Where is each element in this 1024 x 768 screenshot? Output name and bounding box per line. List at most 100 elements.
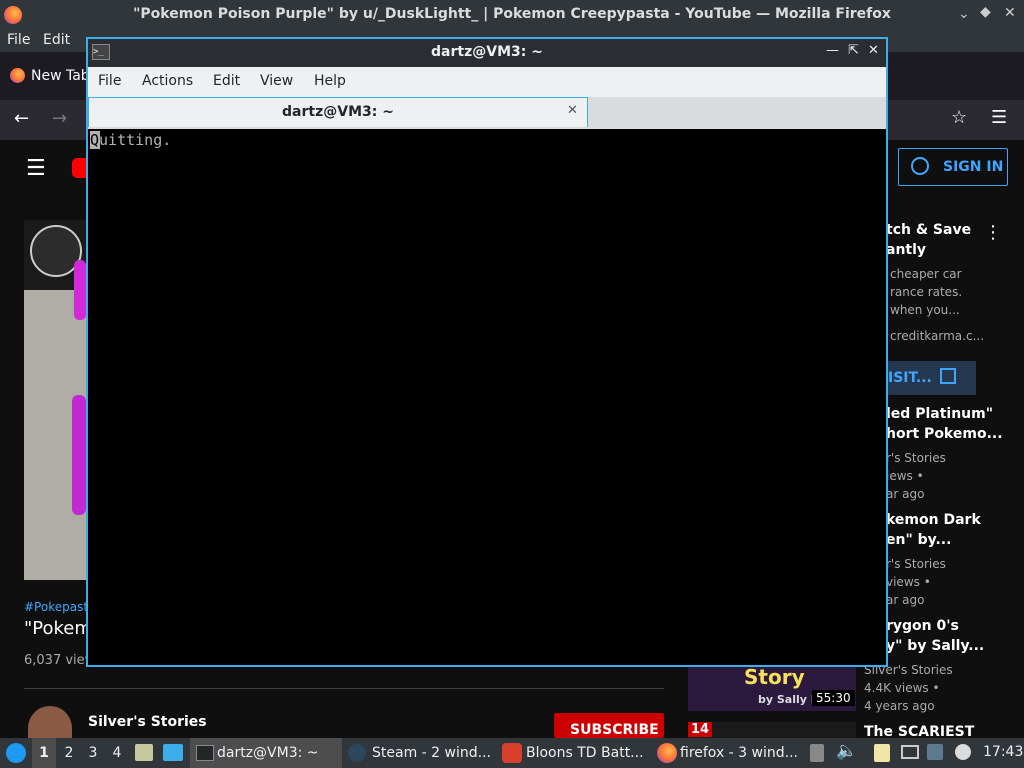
- external-link-icon: [940, 368, 956, 384]
- display-icon[interactable]: [901, 745, 919, 759]
- volume-icon[interactable]: 🔈: [836, 741, 857, 761]
- workspace-4-label: 4: [112, 745, 122, 761]
- menu-edit[interactable]: Edit: [43, 32, 70, 48]
- task-firefox[interactable]: firefox - 3 wind...: [655, 738, 805, 768]
- terminal-tab-title: dartz@VM3: ~: [282, 104, 394, 120]
- terminal-tab-close-icon[interactable]: ✕: [567, 103, 578, 118]
- tab-new-tab[interactable]: New Tab: [31, 68, 90, 84]
- terminal-menu-help[interactable]: Help: [314, 73, 346, 89]
- firefox-tab-icon: [10, 68, 25, 83]
- rec-3-thumbnail[interactable]: Story by Sally D 55:30: [688, 667, 856, 711]
- steam-icon: [348, 744, 366, 762]
- pink-character-shape: [74, 260, 86, 320]
- channel-avatar[interactable]: [28, 706, 72, 738]
- account-icon: [911, 157, 929, 175]
- task-bloons[interactable]: Bloons TD Batt...: [500, 738, 650, 768]
- terminal-maximize-icon[interactable]: ⇱: [848, 43, 859, 58]
- ad-desc-line2: rance rates.: [890, 285, 963, 299]
- minimize-icon[interactable]: ⌄: [958, 6, 974, 22]
- app-menu-icon[interactable]: ☰: [991, 107, 1007, 128]
- ad-url: creditkarma.c...: [890, 329, 985, 343]
- firefox-window-title: "Pokemon Poison Purple" by u/_DuskLightt…: [133, 6, 891, 22]
- terminal-tab[interactable]: dartz@VM3: ~ ✕: [88, 97, 588, 127]
- forward-icon[interactable]: →: [52, 108, 67, 129]
- maximize-icon[interactable]: ◆: [980, 4, 996, 20]
- rec-3-title-line1[interactable]: rygon 0's: [886, 618, 959, 634]
- back-icon[interactable]: ←: [14, 108, 29, 129]
- network-icon[interactable]: [927, 744, 943, 760]
- workspace-2[interactable]: 2: [60, 738, 78, 768]
- ad-title-line1[interactable]: tch & Save: [886, 222, 971, 238]
- rec-2-title-line1[interactable]: kemon Dark: [886, 512, 981, 528]
- hamburger-menu-icon[interactable]: ☰: [26, 156, 46, 181]
- channel-name[interactable]: Silver's Stories: [88, 714, 207, 730]
- rec-2-views: views •: [886, 575, 931, 589]
- rec-1-channel: r's Stories: [886, 451, 946, 465]
- rec-1-views: iews •: [886, 469, 924, 483]
- rec-3-thumbnail-subtext: by Sally D: [758, 693, 820, 706]
- pink-character-shape: [72, 395, 86, 515]
- rec-4-thumbnail[interactable]: 14: [688, 722, 856, 738]
- video-title: "Pokem: [24, 618, 92, 639]
- video-player[interactable]: [24, 220, 86, 580]
- rec-3-title-line2[interactable]: y" by Sally...: [886, 638, 984, 654]
- task-bloons-label: Bloons TD Batt...: [526, 745, 644, 761]
- terminal-menu-edit[interactable]: Edit: [213, 73, 240, 89]
- task-terminal-label: dartz@VM3: ~: [217, 745, 319, 761]
- workspace-1[interactable]: 1: [32, 738, 56, 768]
- workspace-3-label: 3: [88, 745, 98, 761]
- rec-1-title-line2[interactable]: hort Pokemo...: [886, 426, 1003, 442]
- terminal-icon: [196, 745, 214, 761]
- steam-tray-icon[interactable]: [955, 744, 971, 760]
- clock[interactable]: 17:43: [983, 744, 1023, 760]
- rec-2-age: ar ago: [886, 593, 925, 607]
- taskbar: 1 2 3 4 dartz@VM3: ~ Steam - 2 wind... B…: [0, 738, 1024, 768]
- subscribe-button[interactable]: SUBSCRIBE: [554, 713, 664, 738]
- task-terminal[interactable]: dartz@VM3: ~: [190, 738, 342, 768]
- show-desktop-icon[interactable]: [163, 744, 183, 761]
- rec-3-views: 4.4K views •: [864, 681, 940, 695]
- task-firefox-label: firefox - 3 wind...: [680, 745, 798, 761]
- terminal-menu-file[interactable]: File: [98, 73, 121, 89]
- sign-in-label: SIGN IN: [943, 159, 1004, 175]
- clipboard-icon[interactable]: [810, 744, 824, 762]
- bloons-icon: [502, 743, 522, 763]
- app-launcher-icon[interactable]: [6, 743, 26, 763]
- rec-2-title-line2[interactable]: en" by...: [886, 532, 951, 548]
- ad-visit-label: ISIT...: [888, 370, 932, 386]
- terminal-output[interactable]: Quitting.: [88, 129, 886, 665]
- ad-desc-line1: cheaper car: [890, 267, 962, 281]
- ad-desc-line3: when you...: [890, 303, 960, 317]
- terminal-output-text: Quitting.: [90, 131, 172, 149]
- file-manager-icon[interactable]: [135, 744, 153, 761]
- close-icon[interactable]: ✕: [1004, 5, 1020, 21]
- menu-file[interactable]: File: [7, 32, 30, 48]
- ad-title-line2[interactable]: antly: [886, 242, 926, 258]
- terminal-menu-view[interactable]: View: [260, 73, 293, 89]
- divider: [24, 688, 664, 689]
- workspace-4[interactable]: 4: [108, 738, 126, 768]
- terminal-titlebar[interactable]: >_ dartz@VM3: ~ — ⇱ ✕: [88, 39, 886, 67]
- rec-1-title-line1[interactable]: led Platinum": [886, 406, 993, 422]
- rec-4-thumbnail-badge: 14: [688, 722, 713, 737]
- video-view-count: 6,037 view: [24, 653, 96, 668]
- notes-icon[interactable]: [874, 744, 890, 762]
- terminal-menu-actions[interactable]: Actions: [142, 73, 193, 89]
- bookmark-star-icon[interactable]: ☆: [951, 107, 967, 128]
- workspace-2-label: 2: [64, 745, 74, 761]
- more-options-icon[interactable]: ⋮: [984, 222, 1002, 243]
- rec-3-thumbnail-text: Story: [744, 667, 805, 689]
- terminal-menubar: File Actions Edit View Help: [88, 67, 886, 97]
- firefox-titlebar: "Pokemon Poison Purple" by u/_DuskLightt…: [0, 0, 1024, 30]
- subscribe-label: SUBSCRIBE: [570, 722, 659, 738]
- sign-in-button[interactable]: SIGN IN: [898, 148, 1008, 186]
- workspace-3[interactable]: 3: [84, 738, 102, 768]
- terminal-window-title: dartz@VM3: ~: [431, 44, 543, 60]
- rec-2-channel: r's Stories: [886, 557, 946, 571]
- video-hashtag[interactable]: #Pokepasta: [24, 600, 95, 614]
- terminal-close-icon[interactable]: ✕: [868, 43, 879, 58]
- rec-3-duration: 55:30: [812, 690, 855, 706]
- ad-visit-button[interactable]: ISIT...: [886, 361, 976, 395]
- task-steam[interactable]: Steam - 2 wind...: [346, 738, 496, 768]
- terminal-minimize-icon[interactable]: —: [826, 43, 839, 58]
